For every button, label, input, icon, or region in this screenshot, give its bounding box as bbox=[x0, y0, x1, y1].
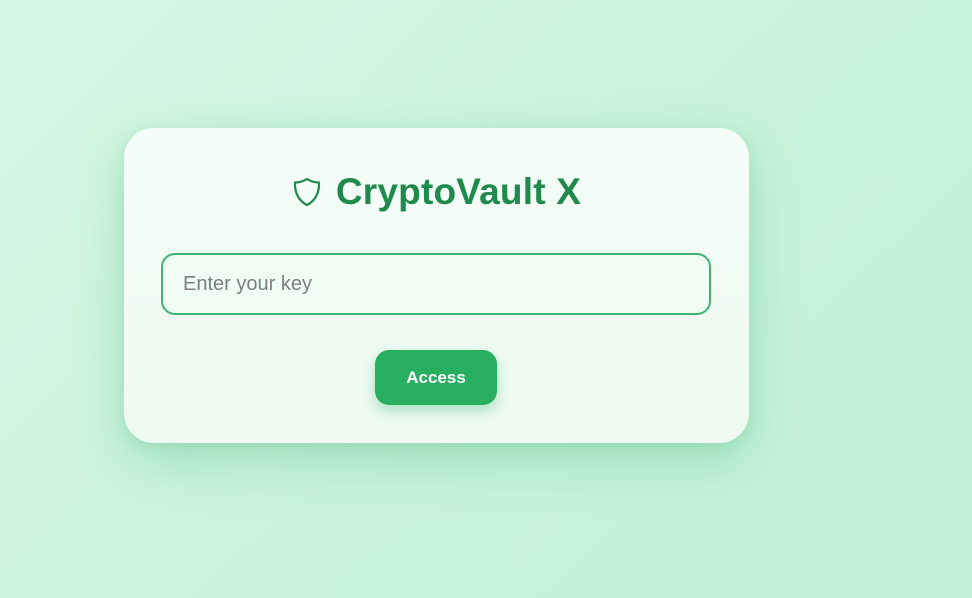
title-row: CryptoVault X bbox=[124, 170, 749, 214]
key-input[interactable] bbox=[161, 253, 711, 315]
app-title: CryptoVault X bbox=[335, 171, 582, 212]
shield-icon bbox=[292, 176, 322, 208]
access-button[interactable]: Access bbox=[375, 350, 497, 405]
